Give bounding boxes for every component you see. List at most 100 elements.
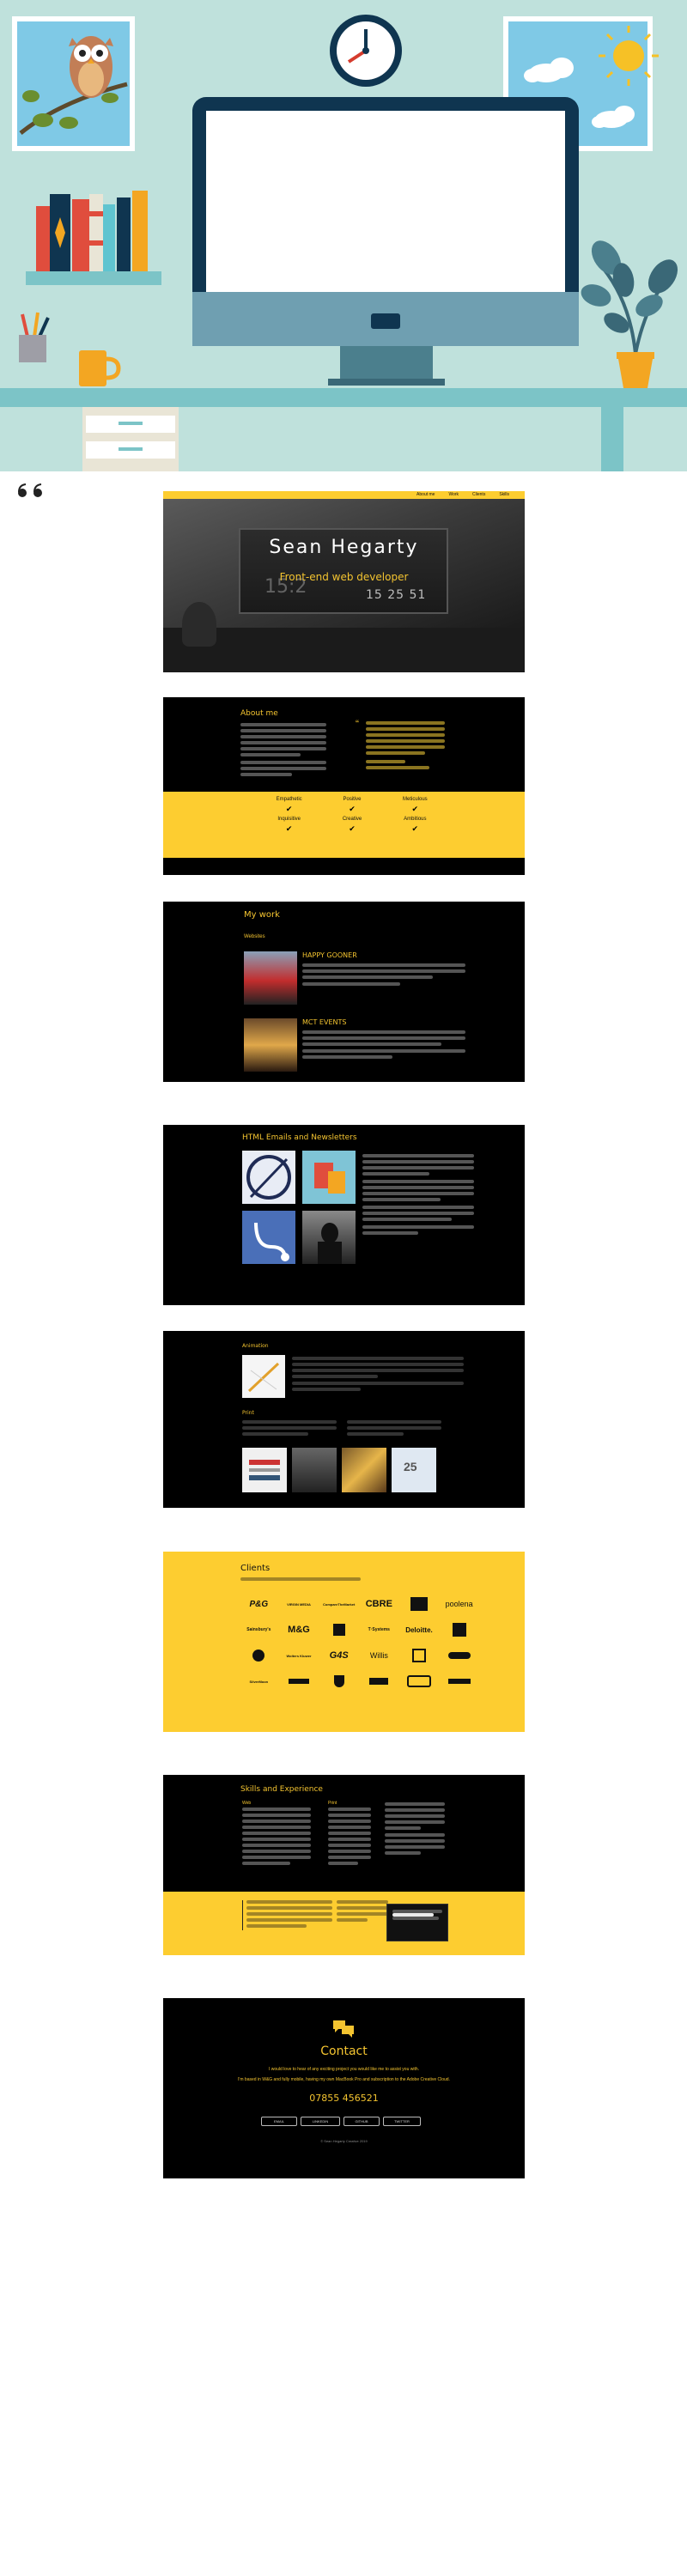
- plant-icon: [581, 240, 678, 388]
- email-thumbnail[interactable]: [242, 1151, 295, 1204]
- print-thumbnail[interactable]: [342, 1448, 386, 1492]
- email-button[interactable]: EMAIL: [261, 2117, 297, 2126]
- checkmark-icon: ✔: [349, 824, 356, 833]
- animation-title: Animation: [242, 1343, 269, 1349]
- about-section: About me “ Empathetic Positive Meticulou…: [163, 697, 525, 875]
- twitter-button[interactable]: TWITTER: [383, 2117, 421, 2126]
- clients-section: Clients P&G VIRGIN MEDIA CompareTheMarke…: [163, 1552, 525, 1732]
- contact-line-1: I would love to hear of any exciting pro…: [268, 2067, 420, 2072]
- project-thumbnail-gooner[interactable]: [244, 951, 297, 1005]
- footer-copyright: © Sean Hegarty Creative 2019: [320, 2139, 368, 2143]
- contact-line-2: I'm based in W&G and fully mobile, havin…: [238, 2077, 450, 2082]
- skills-col-print: [328, 1807, 371, 1868]
- skills-col-notes: [385, 1802, 445, 1857]
- project-thumbnail-mct[interactable]: [244, 1018, 297, 1072]
- skills-col-print-label: Print: [328, 1801, 337, 1806]
- page-subtitle: Front-end web developer: [279, 571, 409, 583]
- checkmark-icon: ✔: [285, 805, 293, 813]
- nav-item-clients[interactable]: Clients: [472, 492, 485, 498]
- nav-item-skills[interactable]: Skills: [499, 492, 509, 498]
- quote-mark-icon: [15, 483, 50, 501]
- print-text-left: [242, 1420, 337, 1438]
- desk-illustration: [0, 388, 687, 471]
- books-icon: [26, 191, 161, 285]
- quality-label: Positive: [343, 797, 362, 802]
- email-thumbnail[interactable]: [302, 1211, 356, 1264]
- quality-label: Empathetic: [276, 797, 302, 802]
- contact-phone[interactable]: 07855 456521: [163, 2093, 525, 2104]
- client-logo: P&G: [249, 1599, 269, 1609]
- checkmark-icon: ✔: [349, 805, 356, 813]
- client-logo: M&G: [288, 1625, 310, 1635]
- client-logo: [333, 1675, 344, 1687]
- project-title-gooner[interactable]: HAPPY GOONER: [302, 951, 357, 959]
- page-title: Sean Hegarty: [269, 537, 419, 558]
- nav-item-work[interactable]: Work: [448, 492, 459, 498]
- skills-col-web: [242, 1807, 311, 1868]
- work-section: My work Websites HAPPY GOONER MCT EVENTS: [163, 902, 525, 1082]
- clients-title: Clients: [240, 1564, 271, 1573]
- quality-label: Creative: [342, 817, 362, 822]
- header-banner: 15:2 15 25 51 Sean Hegarty Front-end web…: [163, 499, 525, 672]
- qualities-panel: Empathetic Positive Meticulous ✔ ✔ ✔ Inq…: [163, 792, 525, 858]
- client-logo: Deloitte.: [405, 1625, 433, 1634]
- desk-scene-illustration: [0, 15, 687, 471]
- email-thumbnail[interactable]: [302, 1151, 356, 1204]
- about-title: About me: [240, 709, 278, 718]
- skills-title: Skills and Experience: [240, 1785, 323, 1794]
- linkedin-button[interactable]: LINKEDIN: [301, 2117, 340, 2126]
- print-thumbnail[interactable]: 25: [392, 1448, 436, 1492]
- print-thumbnail[interactable]: [242, 1448, 287, 1492]
- animation-text: [292, 1357, 464, 1394]
- html-emails-title: HTML Emails and Newsletters: [242, 1133, 357, 1142]
- client-logo: Willis: [369, 1651, 388, 1660]
- skills-panel-text: [242, 1900, 332, 1930]
- skills-yellow-panel: [163, 1892, 525, 1955]
- monitor-illustration: [192, 97, 579, 386]
- client-logo: CBRE: [365, 1599, 392, 1609]
- client-logo: [252, 1649, 265, 1662]
- nav-item-about[interactable]: About me: [416, 492, 435, 498]
- client-logo: [288, 1679, 309, 1684]
- mug-icon: [79, 350, 121, 386]
- print-title: Print: [242, 1410, 254, 1416]
- print-text-right: [347, 1420, 441, 1438]
- pencil-cup-icon: [19, 312, 50, 362]
- skills-section: Skills and Experience Web Print: [163, 1775, 525, 1955]
- work-title: My work: [244, 910, 280, 920]
- client-logo: [332, 1624, 345, 1636]
- client-logo-grid: P&G VIRGIN MEDIA CompareTheMarket CBRE p…: [239, 1591, 479, 1694]
- clock-icon: [330, 15, 402, 87]
- clients-intro: [240, 1577, 361, 1583]
- header-desk-shape: [163, 628, 525, 672]
- quality-label: Inquisitive: [277, 817, 301, 822]
- html-emails-text: [362, 1154, 474, 1237]
- hero-illustration: [0, 0, 687, 471]
- client-logo: [369, 1678, 389, 1685]
- print-thumbnail[interactable]: [292, 1448, 337, 1492]
- websites-label: Websites: [244, 934, 265, 939]
- html-emails-section: HTML Emails and Newsletters: [163, 1125, 525, 1305]
- email-thumbnail[interactable]: [242, 1211, 295, 1264]
- skills-panel-text: [337, 1900, 388, 1924]
- top-navigation: About me Work Clients Skills: [163, 491, 525, 499]
- quality-label: Ambitious: [404, 817, 427, 822]
- contact-section: Contact I would love to hear of any exci…: [163, 1998, 525, 2178]
- animation-thumbnail[interactable]: [242, 1355, 285, 1398]
- about-text: [240, 723, 326, 779]
- contact-title: Contact: [320, 2044, 368, 2058]
- client-logo: SilverMoon: [249, 1679, 269, 1684]
- animation-section: Animation Print 25: [163, 1331, 525, 1508]
- about-quote-text: [366, 721, 445, 772]
- checkmark-icon: ✔: [411, 805, 419, 813]
- client-logo: CompareTheMarket: [322, 1601, 356, 1607]
- client-logo: [452, 1623, 466, 1637]
- client-logo: Sainsbury's: [246, 1627, 271, 1632]
- header-plant-shape: [182, 602, 216, 647]
- client-logo: Wolters Kluwer: [286, 1653, 312, 1658]
- project-title-mct[interactable]: MCT EVENTS: [302, 1018, 346, 1026]
- header-clock: 15 25 51: [366, 588, 427, 602]
- client-logo: [447, 1652, 471, 1659]
- checkmark-icon: ✔: [411, 824, 419, 833]
- github-button[interactable]: GITHUB: [344, 2117, 380, 2126]
